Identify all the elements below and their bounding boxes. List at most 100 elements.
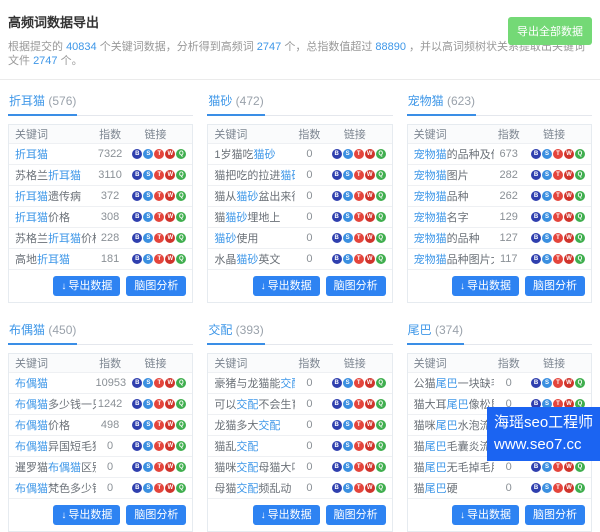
link-icon-red-pill[interactable]: T xyxy=(353,440,364,451)
link-icon-blue[interactable]: S xyxy=(541,190,552,201)
link-icon-navy[interactable]: B xyxy=(132,398,143,409)
link-icon-green[interactable]: Q xyxy=(375,211,386,222)
link-icon-red[interactable]: W xyxy=(165,232,176,243)
mindmap-analysis-button[interactable]: 脑图分析 xyxy=(325,504,386,525)
link-icon-navy[interactable]: B xyxy=(132,461,143,472)
link-icon-green[interactable]: Q xyxy=(574,461,585,472)
link-icon-red-pill[interactable]: T xyxy=(552,253,563,264)
link-icon-green[interactable]: Q xyxy=(375,148,386,159)
keyword-link[interactable]: 宠物猫的品种及价格 xyxy=(414,149,495,161)
keyword-link[interactable]: 折耳猫价格 xyxy=(15,212,70,224)
link-icon-red-pill[interactable]: T xyxy=(552,232,563,243)
link-icon-navy[interactable]: B xyxy=(132,211,143,222)
panel-tab[interactable]: 尾巴 (374) xyxy=(406,317,465,345)
link-icon-blue[interactable]: S xyxy=(143,419,154,430)
keyword-link[interactable]: 可以交配不会生育公... xyxy=(214,399,295,411)
keyword-link[interactable]: 猫尾巴硬 xyxy=(414,483,458,495)
link-icon-navy[interactable]: B xyxy=(530,232,541,243)
link-icon-red[interactable]: W xyxy=(563,232,574,243)
link-icon-red[interactable]: W xyxy=(165,398,176,409)
keyword-link[interactable]: 猫咪交配母猫大叫 xyxy=(214,462,295,474)
link-icon-red[interactable]: W xyxy=(165,440,176,451)
link-icon-red[interactable]: W xyxy=(364,253,375,264)
link-icon-red[interactable]: W xyxy=(364,211,375,222)
link-icon-green[interactable]: Q xyxy=(176,377,187,388)
keyword-link[interactable]: 母猫交配频乱动 xyxy=(214,483,291,495)
link-icon-navy[interactable]: B xyxy=(530,461,541,472)
mindmap-analysis-button[interactable]: 脑图分析 xyxy=(126,504,187,525)
link-icon-blue[interactable]: S xyxy=(342,482,353,493)
link-icon-red[interactable]: W xyxy=(364,419,375,430)
link-icon-navy[interactable]: B xyxy=(530,190,541,201)
link-icon-red-pill[interactable]: T xyxy=(154,377,165,388)
link-icon-green[interactable]: Q xyxy=(176,253,187,264)
keyword-link[interactable]: 水晶猫砂英文 xyxy=(214,254,280,266)
link-icon-blue[interactable]: S xyxy=(143,461,154,472)
link-icon-red-pill[interactable]: T xyxy=(154,169,165,180)
keyword-link[interactable]: 猫尾巴毛囊炎流脓 xyxy=(414,441,495,453)
link-icon-navy[interactable]: B xyxy=(132,148,143,159)
link-icon-green[interactable]: Q xyxy=(574,190,585,201)
link-icon-red[interactable]: W xyxy=(165,461,176,472)
link-icon-red-pill[interactable]: T xyxy=(154,211,165,222)
keyword-link[interactable]: 1岁猫吃猫砂 xyxy=(214,149,275,161)
link-icon-red[interactable]: W xyxy=(165,169,176,180)
link-icon-green[interactable]: Q xyxy=(176,482,187,493)
mindmap-analysis-button[interactable]: 脑图分析 xyxy=(524,504,585,525)
link-icon-blue[interactable]: S xyxy=(143,190,154,201)
link-icon-green[interactable]: Q xyxy=(574,232,585,243)
keyword-link[interactable]: 猫尾巴无毛掉毛用什... xyxy=(414,462,495,474)
keyword-link[interactable]: 宠物猫图片 xyxy=(414,170,469,182)
link-icon-red-pill[interactable]: T xyxy=(552,190,563,201)
link-icon-red-pill[interactable]: T xyxy=(154,461,165,472)
link-icon-red[interactable]: W xyxy=(563,461,574,472)
link-icon-red[interactable]: W xyxy=(364,232,375,243)
link-icon-blue[interactable]: S xyxy=(541,461,552,472)
link-icon-navy[interactable]: B xyxy=(132,440,143,451)
link-icon-red-pill[interactable]: T xyxy=(353,461,364,472)
link-icon-green[interactable]: Q xyxy=(176,440,187,451)
link-icon-red-pill[interactable]: T xyxy=(353,190,364,201)
link-icon-red-pill[interactable]: T xyxy=(552,169,563,180)
link-icon-green[interactable]: Q xyxy=(574,169,585,180)
link-icon-navy[interactable]: B xyxy=(331,482,342,493)
panel-tab[interactable]: 交配 (393) xyxy=(207,317,265,345)
link-icon-green[interactable]: Q xyxy=(176,148,187,159)
link-icon-red-pill[interactable]: T xyxy=(552,482,563,493)
link-icon-green[interactable]: Q xyxy=(574,482,585,493)
link-icon-navy[interactable]: B xyxy=(331,419,342,430)
link-icon-red-pill[interactable]: T xyxy=(154,419,165,430)
link-icon-red-pill[interactable]: T xyxy=(154,232,165,243)
link-icon-green[interactable]: Q xyxy=(375,398,386,409)
link-icon-navy[interactable]: B xyxy=(331,211,342,222)
link-icon-green[interactable]: Q xyxy=(574,148,585,159)
export-data-button[interactable]: ↓ 导出数据 xyxy=(53,275,121,296)
link-icon-red-pill[interactable]: T xyxy=(353,232,364,243)
link-icon-red[interactable]: W xyxy=(563,377,574,388)
link-icon-navy[interactable]: B xyxy=(530,169,541,180)
link-icon-red-pill[interactable]: T xyxy=(353,253,364,264)
link-icon-navy[interactable]: B xyxy=(331,232,342,243)
link-icon-navy[interactable]: B xyxy=(132,377,143,388)
link-icon-red-pill[interactable]: T xyxy=(353,377,364,388)
export-data-button[interactable]: ↓ 导出数据 xyxy=(451,504,519,525)
keyword-link[interactable]: 猫从猫砂盆出来很臭 xyxy=(214,191,295,203)
link-icon-navy[interactable]: B xyxy=(331,398,342,409)
link-icon-green[interactable]: Q xyxy=(375,253,386,264)
panel-tab[interactable]: 折耳猫 (576) xyxy=(8,88,78,116)
link-icon-navy[interactable]: B xyxy=(530,482,541,493)
export-data-button[interactable]: ↓ 导出数据 xyxy=(252,504,320,525)
link-icon-navy[interactable]: B xyxy=(132,253,143,264)
link-icon-red[interactable]: W xyxy=(165,377,176,388)
link-icon-green[interactable]: Q xyxy=(176,190,187,201)
link-icon-blue[interactable]: S xyxy=(143,440,154,451)
link-icon-blue[interactable]: S xyxy=(342,377,353,388)
link-icon-green[interactable]: Q xyxy=(375,419,386,430)
keyword-link[interactable]: 布偶猫 xyxy=(15,378,48,390)
link-icon-blue[interactable]: S xyxy=(541,232,552,243)
link-icon-navy[interactable]: B xyxy=(530,148,541,159)
keyword-link[interactable]: 猫乱交配 xyxy=(214,441,258,453)
link-icon-green[interactable]: Q xyxy=(176,461,187,472)
link-icon-red-pill[interactable]: T xyxy=(353,419,364,430)
link-icon-red[interactable]: W xyxy=(563,253,574,264)
